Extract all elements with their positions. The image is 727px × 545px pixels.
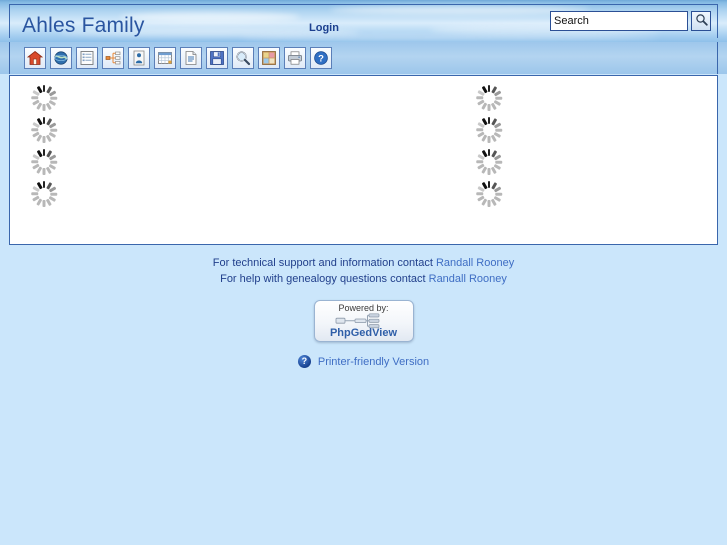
toolbar-pedigree-button[interactable]: [102, 47, 124, 69]
loading-spinner: [31, 85, 57, 111]
toolbar-clippings-cart-button[interactable]: [206, 47, 228, 69]
pedigree-icon: [105, 50, 121, 66]
calendar-icon: [157, 50, 173, 66]
globe-icon: [53, 50, 69, 66]
right-block-loading-column: [476, 85, 502, 213]
phpgedview-label: PhpGedView: [329, 327, 398, 339]
search-area: [550, 11, 711, 31]
site-header: Ahles Family Login: [0, 0, 727, 42]
login-link[interactable]: Login: [309, 22, 339, 34]
genealogy-help-text: For help with genealogy questions contac…: [220, 273, 429, 285]
loading-spinner: [476, 117, 502, 143]
magnifier-icon: [695, 13, 708, 29]
loading-spinner: [476, 181, 502, 207]
loading-spinner: [31, 117, 57, 143]
loading-spinner: [476, 85, 502, 111]
toolbar-media-button[interactable]: [258, 47, 280, 69]
printer-friendly-row: ? Printer-friendly Version: [0, 355, 727, 368]
printer-friendly-link[interactable]: Printer-friendly Version: [318, 356, 429, 368]
genealogy-help-contact-link[interactable]: Randall Rooney: [429, 273, 507, 285]
toolbar-search-button[interactable]: [232, 47, 254, 69]
powered-by-label: Powered by:: [338, 303, 389, 313]
magnifier-icon: [235, 50, 251, 66]
genealogy-help-line: For help with genealogy questions contac…: [0, 271, 727, 287]
toolbar-reports-button[interactable]: [180, 47, 202, 69]
toolbar-help-button[interactable]: ?: [310, 47, 332, 69]
search-input[interactable]: [550, 11, 688, 31]
help-icon[interactable]: ?: [297, 355, 311, 368]
home-icon: [27, 50, 43, 66]
left-block-loading-column: [31, 85, 57, 213]
list-icon: [79, 50, 95, 66]
technical-support-line: For technical support and information co…: [0, 255, 727, 271]
loading-spinner: [31, 149, 57, 175]
main-toolbar: ?: [0, 42, 727, 74]
toolbar-mypage-button[interactable]: [50, 47, 72, 69]
document-icon: [183, 50, 199, 66]
svg-text:?: ?: [318, 54, 324, 65]
toolbar-individual-list-button[interactable]: [76, 47, 98, 69]
save-icon: [209, 50, 225, 66]
toolbar-calendar-button[interactable]: [154, 47, 176, 69]
toolbar-print-button[interactable]: [284, 47, 306, 69]
search-submit-button[interactable]: [691, 11, 711, 31]
person-icon: [131, 50, 147, 66]
loading-spinner: [476, 149, 502, 175]
printer-icon: [287, 50, 303, 66]
technical-support-contact-link[interactable]: Randall Rooney: [436, 257, 514, 269]
main-content-panel: [9, 75, 718, 245]
toolbar-home-button[interactable]: [24, 47, 46, 69]
toolbar-individual-button[interactable]: [128, 47, 150, 69]
page-footer: For technical support and information co…: [0, 255, 727, 368]
powered-by-logo-wrap: Powered by: PhpGedView: [0, 300, 727, 342]
media-icon: [261, 50, 277, 66]
page-title: Ahles Family: [22, 14, 145, 37]
phpgedview-logo[interactable]: Powered by: PhpGedView: [313, 300, 414, 342]
help-icon: ?: [313, 50, 329, 66]
technical-support-text: For technical support and information co…: [212, 257, 436, 269]
toolbar-button-row: ?: [9, 42, 718, 74]
loading-spinner: [31, 181, 57, 207]
